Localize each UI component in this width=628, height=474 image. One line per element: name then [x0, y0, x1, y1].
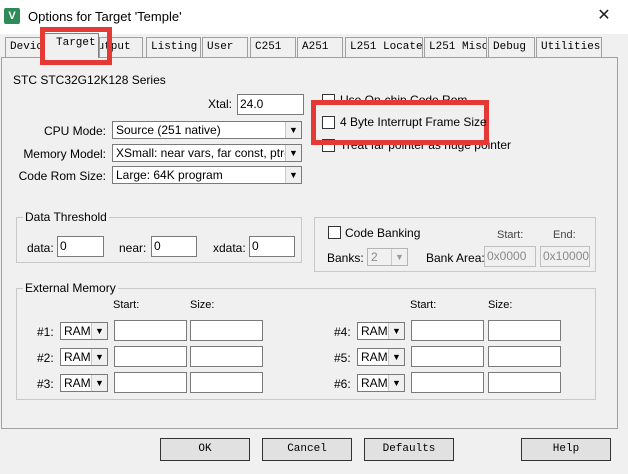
data-label: data:: [27, 241, 54, 255]
bank-start-input[interactable]: 0x0000: [484, 246, 536, 267]
bank-end-label: End:: [553, 229, 576, 241]
tab-l251-locate[interactable]: L251 Locate: [345, 37, 423, 57]
near-threshold-input[interactable]: 0: [151, 236, 197, 257]
chevron-down-icon: ▼: [285, 122, 301, 138]
tab-listing[interactable]: Listing: [146, 37, 201, 57]
data-threshold-title: Data Threshold: [23, 210, 109, 224]
banks-select[interactable]: 2 ▼: [367, 248, 408, 266]
ext-mem-5-size-input[interactable]: [488, 346, 561, 367]
ext-mem-3-size-input[interactable]: [190, 372, 263, 393]
chevron-down-icon: ▼: [391, 249, 407, 265]
treat-far-pointer-checkbox[interactable]: [322, 139, 335, 152]
near-label: near:: [119, 241, 147, 255]
tab-user[interactable]: User: [202, 37, 248, 57]
memory-model-select[interactable]: XSmall: near vars, far const, ptr-4 ▼: [112, 144, 302, 162]
four-byte-interrupt-label: 4 Byte Interrupt Frame Size: [340, 115, 487, 129]
chevron-down-icon: ▼: [388, 349, 404, 365]
ext-mem-5-start-input[interactable]: [411, 346, 484, 367]
chevron-down-icon: ▼: [91, 375, 107, 391]
chevron-down-icon: ▼: [91, 349, 107, 365]
tab-c251[interactable]: C251: [250, 37, 296, 57]
ext-mem-3-start-input[interactable]: [114, 372, 187, 393]
app-icon: V: [4, 8, 20, 24]
ok-button[interactable]: OK: [160, 438, 250, 461]
treat-far-pointer-label: Treat far pointer as huge pointer: [340, 138, 511, 152]
code-rom-size-select[interactable]: Large: 64K program ▼: [112, 166, 302, 184]
ext-mem-2-size-input[interactable]: [190, 346, 263, 367]
four-byte-interrupt-checkbox[interactable]: [322, 116, 335, 129]
ext-mem-1-label: #1:: [37, 325, 54, 339]
close-icon[interactable]: ✕: [592, 4, 616, 28]
xdata-label: xdata:: [213, 241, 246, 255]
ext-size-header-right: Size:: [488, 299, 513, 311]
chevron-down-icon: ▼: [388, 323, 404, 339]
code-banking-checkbox[interactable]: [328, 226, 341, 239]
ext-mem-2-start-input[interactable]: [114, 346, 187, 367]
ext-mem-2-type-select[interactable]: RAM ▼: [60, 348, 108, 366]
cancel-button[interactable]: Cancel: [262, 438, 352, 461]
code-rom-size-label: Code Rom Size:: [18, 169, 106, 183]
ext-mem-5-type-select[interactable]: RAM ▼: [357, 348, 405, 366]
ext-mem-4-type-select[interactable]: RAM ▼: [357, 322, 405, 340]
chevron-down-icon: ▼: [285, 167, 301, 183]
tab-target[interactable]: Target: [43, 33, 99, 58]
data-threshold-input[interactable]: 0: [57, 236, 104, 257]
bank-area-label: Bank Area:: [426, 251, 485, 265]
chevron-down-icon: ▼: [91, 323, 107, 339]
tab-utilities[interactable]: Utilities: [536, 37, 602, 57]
xtal-label: Xtal:: [207, 97, 232, 111]
tab-l251-misc[interactable]: L251 Misc: [424, 37, 487, 57]
ext-mem-5-label: #5:: [334, 351, 351, 365]
ext-mem-1-size-input[interactable]: [190, 320, 263, 341]
tab-debug[interactable]: Debug: [488, 37, 535, 57]
ext-mem-1-start-input[interactable]: [114, 320, 187, 341]
xtal-input[interactable]: 24.0: [237, 94, 304, 115]
ext-start-header-right: Start:: [410, 299, 437, 311]
chevron-down-icon: ▼: [285, 145, 301, 161]
tab-output[interactable]: Output: [99, 37, 143, 57]
ext-mem-6-label: #6:: [334, 377, 351, 391]
device-series: STC STC32G12K128 Series: [13, 73, 166, 87]
ext-mem-4-size-input[interactable]: [488, 320, 561, 341]
bank-start-label: Start:: [497, 229, 524, 241]
external-memory-title: External Memory: [23, 281, 118, 295]
ext-mem-3-label: #3:: [37, 377, 54, 391]
defaults-button[interactable]: Defaults: [364, 438, 454, 461]
ext-mem-6-type-select[interactable]: RAM ▼: [357, 374, 405, 392]
memory-model-label: Memory Model:: [23, 147, 106, 161]
ext-mem-3-type-select[interactable]: RAM ▼: [60, 374, 108, 392]
tab-a251[interactable]: A251: [297, 37, 343, 57]
xdata-threshold-input[interactable]: 0: [249, 236, 295, 257]
ext-mem-1-type-select[interactable]: RAM ▼: [60, 322, 108, 340]
chevron-down-icon: ▼: [388, 375, 404, 391]
ext-mem-6-start-input[interactable]: [411, 372, 484, 393]
ext-start-header-left: Start:: [113, 299, 140, 311]
code-banking-label: Code Banking: [345, 226, 421, 240]
ext-mem-4-start-input[interactable]: [411, 320, 484, 341]
ext-size-header-left: Size:: [190, 299, 215, 311]
cpu-mode-select[interactable]: Source (251 native) ▼: [112, 121, 302, 139]
help-button[interactable]: Help: [521, 438, 611, 461]
cpu-mode-label: CPU Mode:: [43, 124, 106, 138]
ext-mem-2-label: #2:: [37, 351, 54, 365]
bank-end-input[interactable]: 0x10000: [540, 246, 590, 267]
ext-mem-6-size-input[interactable]: [488, 372, 561, 393]
window-title: Options for Target 'Temple': [28, 9, 182, 24]
ext-mem-4-label: #4:: [334, 325, 351, 339]
banks-label: Banks:: [327, 251, 364, 265]
tab-device[interactable]: Device: [5, 37, 47, 57]
